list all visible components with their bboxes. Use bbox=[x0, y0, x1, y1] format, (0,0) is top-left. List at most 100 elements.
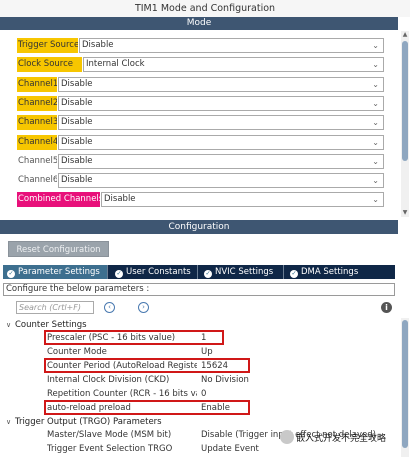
select-value: Internal Clock bbox=[86, 59, 145, 69]
tab-divider bbox=[283, 265, 284, 279]
group-label: Trigger Output (TRGO) Parameters bbox=[15, 417, 162, 427]
mode-label: Channel1 bbox=[17, 77, 57, 92]
channel1-select[interactable]: Disable ⌄ bbox=[58, 77, 384, 92]
mode-row-channel4: Channel4 Disable ⌄ bbox=[17, 135, 384, 150]
param-value[interactable]: Up bbox=[201, 346, 391, 358]
chevron-down-icon: ⌄ bbox=[372, 80, 379, 89]
mode-label: Channel4 bbox=[17, 135, 57, 150]
tab-label: NVIC Settings bbox=[215, 267, 274, 277]
combined-channels-select[interactable]: Disable ⌄ bbox=[101, 192, 384, 207]
window-title: TIM1 Mode and Configuration bbox=[0, 0, 410, 17]
check-circle-icon: ✓ bbox=[115, 270, 123, 278]
param-row-trigger-event-selection[interactable]: Trigger Event Selection TRGO Update Event bbox=[0, 443, 398, 455]
param-value[interactable]: No Division bbox=[201, 374, 391, 386]
mode-row-trigger-source: Trigger Source Disable ⌄ bbox=[17, 38, 384, 53]
param-name: Internal Clock Division (CKD) bbox=[47, 375, 170, 385]
channel2-select[interactable]: Disable ⌄ bbox=[58, 96, 384, 111]
mode-label: Clock Source bbox=[17, 57, 82, 72]
param-name: Master/Slave Mode (MSM bit) bbox=[47, 430, 172, 440]
mode-label: Channel6 bbox=[18, 175, 57, 185]
channel5-select[interactable]: Disable ⌄ bbox=[58, 154, 384, 169]
chevron-down-icon: ⌄ bbox=[372, 118, 379, 127]
chevron-down-icon: ⌄ bbox=[372, 60, 379, 69]
watermark-logo-icon bbox=[280, 430, 294, 444]
select-value: Disable bbox=[61, 79, 93, 89]
configure-hint: Configure the below parameters : bbox=[3, 283, 395, 296]
trigger-source-select[interactable]: Disable ⌄ bbox=[79, 38, 384, 53]
mode-row-channel3: Channel3 Disable ⌄ bbox=[17, 115, 384, 130]
param-value[interactable]: Update Event bbox=[201, 443, 391, 455]
select-value: Disable bbox=[61, 98, 93, 108]
mode-label: Channel5 bbox=[18, 156, 57, 166]
mode-row-clock-source: Clock Source Internal Clock ⌄ bbox=[17, 57, 384, 72]
highlight-box-prescaler bbox=[44, 330, 224, 345]
group-trgo-parameters[interactable]: ∨ Trigger Output (TRGO) Parameters bbox=[6, 416, 162, 428]
group-label: Counter Settings bbox=[15, 320, 87, 330]
collapse-arrow-icon[interactable]: ∨ bbox=[6, 319, 15, 331]
param-row-repetition-counter[interactable]: Repetition Counter (RCR - 16 bits va... 0 bbox=[0, 388, 398, 400]
config-tab-bar: ✓ Parameter Settings ✓ User Constants ✓ NVI… bbox=[3, 265, 395, 279]
parameter-scrollbar[interactable] bbox=[401, 318, 409, 457]
configuration-section-header[interactable]: Configuration bbox=[0, 220, 398, 234]
select-value: Disable bbox=[82, 40, 114, 50]
check-circle-icon: ✓ bbox=[204, 270, 212, 278]
mode-label: Channel2 bbox=[17, 96, 57, 111]
param-name: Trigger Event Selection TRGO bbox=[47, 444, 173, 454]
scroll-up-icon[interactable]: ▲ bbox=[401, 31, 409, 39]
tab-divider bbox=[197, 265, 198, 279]
watermark-text: 嵌入式开发不完全攻略 bbox=[296, 434, 387, 444]
mode-row-combined-channels: Combined Channels Disable ⌄ bbox=[17, 192, 384, 207]
mode-label: Combined Channels bbox=[17, 192, 100, 207]
chevron-down-icon: ⌄ bbox=[372, 41, 379, 50]
mode-label: Trigger Source bbox=[17, 38, 78, 53]
tab-user-constants[interactable]: ✓ User Constants bbox=[111, 265, 197, 279]
param-name: Repetition Counter (RCR - 16 bits va... bbox=[47, 389, 197, 399]
reset-configuration-button[interactable]: Reset Configuration bbox=[8, 241, 109, 257]
chevron-down-icon: ⌄ bbox=[372, 195, 379, 204]
tab-dma-settings[interactable]: ✓ DMA Settings bbox=[286, 265, 372, 279]
mode-row-channel1: Channel1 Disable ⌄ bbox=[17, 77, 384, 92]
scrollbar-thumb[interactable] bbox=[402, 41, 408, 161]
channel6-select[interactable]: Disable ⌄ bbox=[58, 173, 384, 188]
param-name: Counter Mode bbox=[47, 347, 107, 357]
select-value: Disable bbox=[61, 175, 93, 185]
highlight-box-counter-period bbox=[44, 358, 250, 373]
scroll-down-icon[interactable]: ▼ bbox=[401, 209, 409, 217]
mode-panel: Trigger Source Disable ⌄ Clock Source Int… bbox=[0, 31, 398, 215]
info-icon[interactable]: i bbox=[381, 302, 392, 313]
mode-label: Channel3 bbox=[17, 115, 57, 130]
select-value: Disable bbox=[61, 117, 93, 127]
search-prev-icon[interactable]: ‹ bbox=[104, 302, 115, 313]
clock-source-select[interactable]: Internal Clock ⌄ bbox=[83, 57, 384, 72]
select-value: Disable bbox=[61, 137, 93, 147]
highlight-box-auto-reload bbox=[44, 400, 250, 415]
tab-nvic-settings[interactable]: ✓ NVIC Settings bbox=[200, 265, 282, 279]
mode-row-channel5: Channel5 Disable ⌄ bbox=[17, 154, 384, 169]
tab-label: User Constants bbox=[126, 267, 191, 277]
search-next-icon[interactable]: › bbox=[138, 302, 149, 313]
chevron-down-icon: ⌄ bbox=[372, 157, 379, 166]
mode-scrollbar[interactable]: ▲ ▼ bbox=[401, 31, 409, 217]
select-value: Disable bbox=[61, 156, 93, 166]
chevron-down-icon: ⌄ bbox=[372, 99, 379, 108]
select-value: Disable bbox=[104, 194, 136, 204]
tab-label: DMA Settings bbox=[301, 267, 359, 277]
channel4-select[interactable]: Disable ⌄ bbox=[58, 135, 384, 150]
search-input[interactable]: Search (Crtl+F) bbox=[16, 301, 94, 314]
check-circle-icon: ✓ bbox=[7, 270, 15, 278]
param-row-clock-division[interactable]: Internal Clock Division (CKD) No Division bbox=[0, 374, 398, 386]
mode-section-header[interactable]: Mode bbox=[0, 17, 398, 30]
param-row-counter-mode[interactable]: Counter Mode Up bbox=[0, 346, 398, 358]
chevron-down-icon: ⌄ bbox=[372, 176, 379, 185]
mode-row-channel2: Channel2 Disable ⌄ bbox=[17, 96, 384, 111]
scrollbar-thumb[interactable] bbox=[402, 320, 408, 448]
mode-row-channel6: Channel6 Disable ⌄ bbox=[17, 173, 384, 188]
tab-divider bbox=[107, 265, 108, 279]
channel3-select[interactable]: Disable ⌄ bbox=[58, 115, 384, 130]
tab-parameter-settings[interactable]: ✓ Parameter Settings bbox=[3, 265, 107, 279]
param-value[interactable]: 0 bbox=[201, 388, 391, 400]
collapse-arrow-icon[interactable]: ∨ bbox=[6, 416, 15, 428]
tab-label: Parameter Settings bbox=[18, 267, 100, 277]
param-value[interactable]: 1 bbox=[201, 332, 391, 344]
check-circle-icon: ✓ bbox=[290, 270, 298, 278]
